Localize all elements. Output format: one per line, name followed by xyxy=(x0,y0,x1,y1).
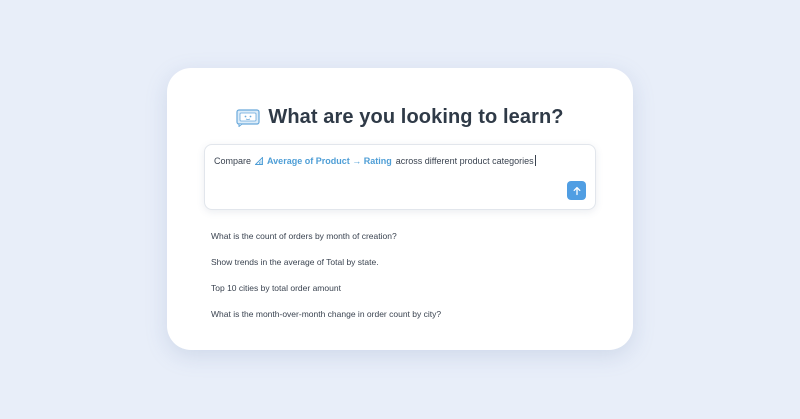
query-text[interactable]: Compare Average of Product → Rating acro… xyxy=(214,155,536,166)
page-title: What are you looking to learn? xyxy=(268,106,564,128)
suggestion-item[interactable]: Show trends in the average of Total by s… xyxy=(211,254,441,280)
suggestion-item[interactable]: Top 10 cities by total order amount xyxy=(211,280,441,306)
text-caret xyxy=(534,155,536,166)
query-suffix: across different product categories xyxy=(395,155,534,166)
metric-icon xyxy=(255,156,263,165)
prompt-card: What are you looking to learn? Compare A… xyxy=(167,68,633,350)
arrow-up-icon xyxy=(573,186,580,195)
query-input[interactable]: Compare Average of Product → Rating acro… xyxy=(204,144,596,210)
chat-bot-icon xyxy=(236,108,260,127)
metric-token[interactable]: Average of Product → Rating xyxy=(255,156,392,166)
query-prefix: Compare xyxy=(214,155,252,166)
suggestion-item[interactable]: What is the month-over-month change in o… xyxy=(211,306,441,332)
send-button[interactable] xyxy=(567,181,586,200)
metric-label: Average of Product → Rating xyxy=(267,155,392,166)
suggestion-item[interactable]: What is the count of orders by month of … xyxy=(211,228,441,254)
header: What are you looking to learn? xyxy=(167,106,633,129)
suggestion-list: What is the count of orders by month of … xyxy=(211,228,441,332)
